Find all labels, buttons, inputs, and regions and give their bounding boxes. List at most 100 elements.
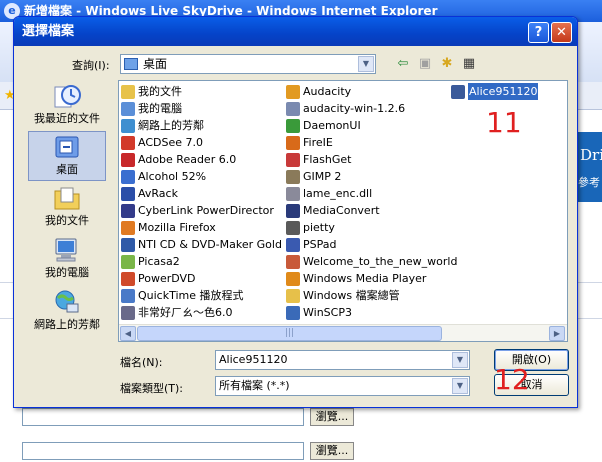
file-icon	[286, 135, 300, 150]
file-item[interactable]: PSPad	[284, 236, 449, 253]
dialog-title-bar: 選擇檔案 ? ✕	[14, 17, 577, 46]
file-name-field[interactable]: Alice951120 ▼	[215, 350, 470, 370]
file-item[interactable]: Windows 檔案總管	[284, 287, 449, 304]
scroll-right-icon[interactable]: ▶	[549, 326, 565, 341]
file-icon	[121, 271, 135, 286]
chevron-down-icon[interactable]: ▼	[452, 378, 468, 394]
look-in-label: 查詢(I):	[72, 59, 110, 72]
chevron-down-icon[interactable]: ▼	[452, 352, 468, 368]
file-name: 非常好ㄏㄠ～色6.0	[138, 306, 233, 319]
file-icon	[286, 152, 300, 167]
browse-button[interactable]: 瀏覽...	[310, 442, 354, 460]
file-icon	[121, 237, 135, 252]
file-icon	[121, 101, 135, 116]
place-desktop[interactable]: 桌面	[28, 131, 106, 181]
file-item[interactable]: FireIE	[284, 134, 449, 151]
my-documents-icon	[54, 187, 80, 210]
file-name: Alice951120	[468, 83, 539, 100]
file-item[interactable]: CyberLink PowerDirector	[119, 202, 284, 219]
scroll-left-icon[interactable]: ◀	[120, 326, 136, 341]
file-item[interactable]: WinSCP3	[284, 304, 449, 321]
file-name: Welcome_to_the_new_world	[303, 255, 458, 268]
banner-text: Drive	[580, 146, 602, 164]
upload-file-field[interactable]	[22, 408, 304, 426]
scrollbar-thumb[interactable]: |||	[137, 326, 442, 341]
file-item[interactable]: Welcome_to_the_new_world	[284, 253, 457, 270]
file-name: CyberLink PowerDirector	[138, 204, 274, 217]
file-item[interactable]: Alice951120	[449, 83, 567, 100]
file-name: NTI CD & DVD-Maker Gold	[138, 238, 282, 251]
horizontal-scrollbar[interactable]: ◀ ||| ▶	[119, 324, 567, 341]
file-icon	[286, 169, 300, 184]
file-icon	[121, 169, 135, 184]
file-icon	[121, 84, 135, 99]
place-label: 網路上的芳鄰	[34, 318, 100, 331]
file-name: GIMP 2	[303, 170, 342, 183]
file-item[interactable]: Windows Media Player	[284, 270, 449, 287]
file-item[interactable]: GIMP 2	[284, 168, 449, 185]
close-button[interactable]: ✕	[551, 22, 572, 43]
file-item[interactable]: QuickTime 播放程式	[119, 287, 284, 304]
file-item[interactable]: 非常好ㄏㄠ～色6.0	[119, 304, 284, 321]
help-button[interactable]: ?	[528, 22, 549, 43]
file-column: Audacity audacity-win-1.2.6 DaemonUI FireIE…	[284, 83, 457, 321]
file-item[interactable]: Picasa2	[119, 253, 284, 270]
file-type-value: 所有檔案 (*.*)	[219, 379, 290, 392]
file-item[interactable]: PowerDVD	[119, 270, 284, 287]
look-in-value: 桌面	[143, 57, 168, 71]
file-name: Windows 檔案總管	[303, 289, 400, 302]
file-icon	[286, 203, 300, 218]
file-name: 網路上的芳鄰	[138, 119, 204, 132]
file-item[interactable]: FlashGet	[284, 151, 449, 168]
file-type-dropdown[interactable]: 所有檔案 (*.*) ▼	[215, 376, 470, 396]
file-icon	[286, 271, 300, 286]
file-item[interactable]: Adobe Reader 6.0	[119, 151, 284, 168]
file-item[interactable]: audacity-win-1.2.6	[284, 100, 449, 117]
file-icon	[286, 101, 300, 116]
file-item[interactable]: pietty	[284, 219, 449, 236]
file-name: DaemonUI	[303, 119, 361, 132]
file-item[interactable]: MediaConvert	[284, 202, 449, 219]
file-name: FireIE	[303, 136, 333, 149]
file-item[interactable]: 我的電腦	[119, 100, 284, 117]
file-column: 我的文件 我的電腦網路上的芳鄰 ACDSee 7.0 Adobe Reader 6.0…	[119, 83, 284, 321]
file-icon	[121, 152, 135, 167]
file-item[interactable]: AvRack	[119, 185, 284, 202]
file-item[interactable]: NTI CD & DVD-Maker Gold	[119, 236, 284, 253]
place-network[interactable]: 網路上的芳鄰	[28, 287, 106, 337]
file-item[interactable]: 我的文件	[119, 83, 284, 100]
upload-file-field[interactable]	[22, 442, 304, 460]
file-name: Mozilla Firefox	[138, 221, 216, 234]
place-recent-documents[interactable]: 我最近的文件	[28, 81, 106, 131]
view-menu-icon[interactable]: ▦	[460, 55, 478, 73]
dialog-title: 選擇檔案	[22, 24, 75, 39]
file-name: Alcohol 52%	[138, 170, 207, 183]
browse-button[interactable]: 瀏覽...	[310, 408, 354, 426]
file-icon	[286, 186, 300, 201]
file-icon	[286, 254, 300, 269]
up-folder-icon[interactable]: ▣	[416, 55, 434, 73]
file-name: MediaConvert	[303, 204, 380, 217]
file-name: Adobe Reader 6.0	[138, 153, 237, 166]
my-computer-icon	[55, 238, 77, 262]
back-arrow-icon[interactable]: ⇦	[394, 55, 412, 73]
file-name: audacity-win-1.2.6	[303, 102, 406, 115]
place-label: 桌面	[56, 163, 78, 176]
file-name-value: Alice951120	[219, 353, 288, 366]
file-item[interactable]: Alcohol 52%	[119, 168, 284, 185]
look-in-dropdown[interactable]: 桌面 ▼	[120, 54, 376, 74]
file-item[interactable]: DaemonUI	[284, 117, 449, 134]
place-my-documents[interactable]: 我的文件	[28, 183, 106, 233]
file-item[interactable]: Mozilla Firefox	[119, 219, 284, 236]
file-item[interactable]: lame_enc.dll	[284, 185, 449, 202]
place-my-computer[interactable]: 我的電腦	[28, 235, 106, 285]
file-icon	[121, 305, 135, 320]
file-item[interactable]: ACDSee 7.0	[119, 134, 284, 151]
file-icon	[451, 84, 465, 99]
new-folder-icon[interactable]: ✱	[438, 55, 456, 73]
file-item[interactable]: 網路上的芳鄰	[119, 117, 284, 134]
file-name-label: 檔名(N):	[120, 356, 163, 369]
file-name: AvRack	[138, 187, 178, 200]
chevron-down-icon[interactable]: ▼	[358, 56, 374, 72]
file-item[interactable]: Audacity	[284, 83, 449, 100]
